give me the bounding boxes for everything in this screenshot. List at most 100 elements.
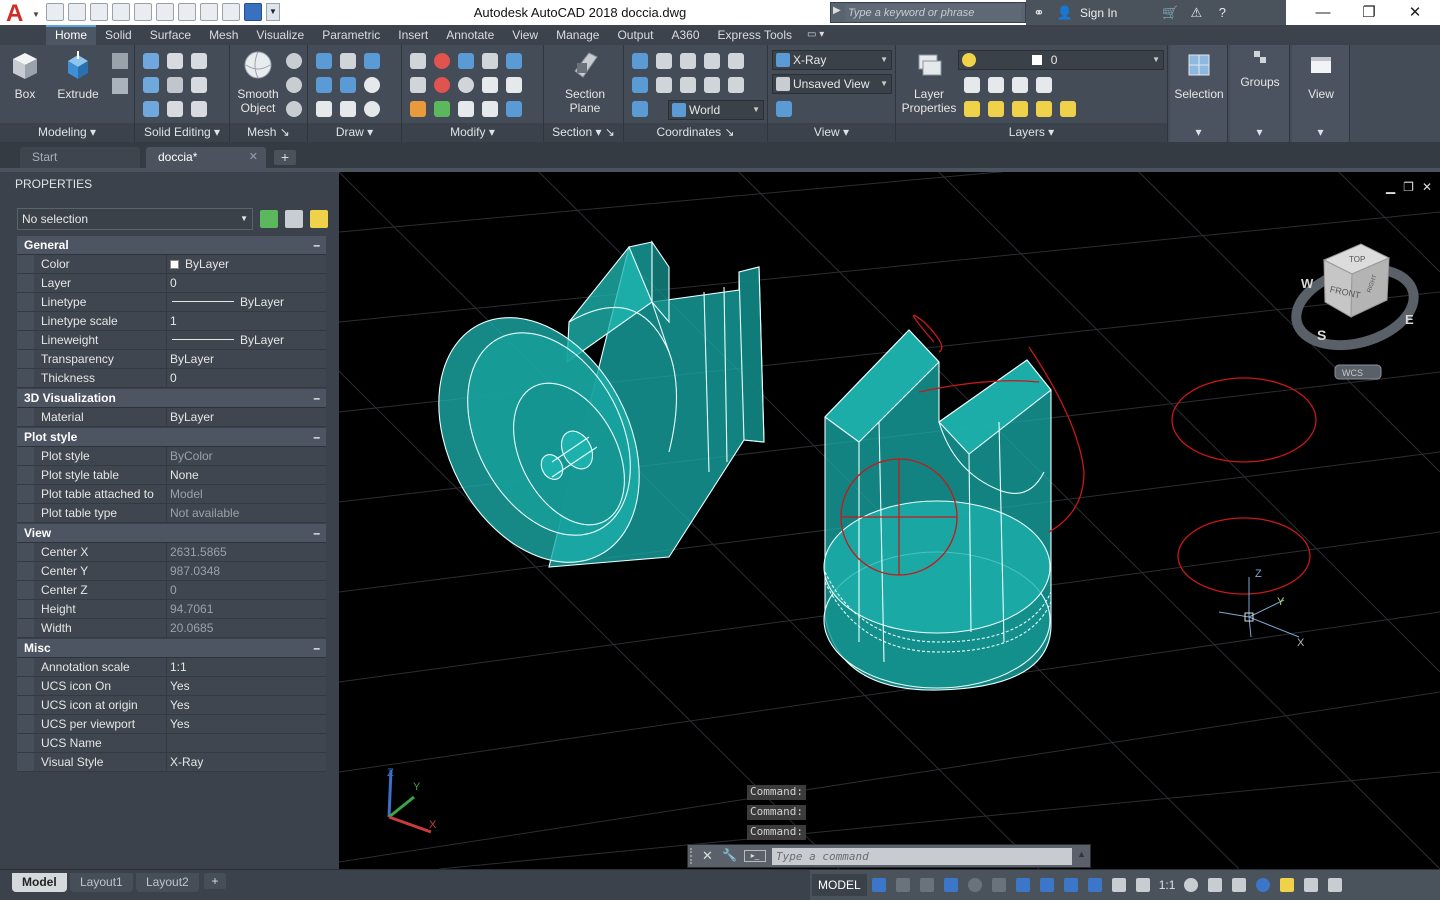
close-icon[interactable]: ✕	[1392, 0, 1438, 25]
ortho-icon[interactable]	[943, 878, 958, 892]
named-view-dropdown[interactable]: Unsaved View ▼	[772, 74, 892, 94]
section-misc[interactable]: Misc –	[17, 639, 326, 658]
annotation-visibility-icon[interactable]	[1111, 878, 1126, 892]
auto-scale-icon[interactable]	[1135, 878, 1150, 892]
property-row[interactable]: Layer 0	[17, 274, 326, 293]
select-objects-icon[interactable]	[285, 210, 303, 228]
ucs-object-icon[interactable]	[728, 77, 744, 93]
scale-icon[interactable]	[458, 101, 474, 117]
snap-icon[interactable]	[895, 878, 910, 892]
tab-doccia[interactable]: doccia* ✕	[146, 147, 266, 168]
panel-label-draw[interactable]: Draw ▾	[308, 123, 401, 142]
extrude-button[interactable]: Extrude	[52, 49, 104, 101]
ucs-origin-icon[interactable]	[632, 77, 648, 93]
property-row[interactable]: UCS per viewport Yes	[17, 715, 326, 734]
ucs-world-icon[interactable]	[656, 53, 672, 69]
layer-lock-icon[interactable]	[1012, 101, 1028, 117]
helix-icon[interactable]	[340, 53, 356, 69]
box-button[interactable]: Box	[6, 49, 44, 101]
arc-icon[interactable]	[364, 53, 380, 69]
layout-tab-model[interactable]: Model	[12, 873, 67, 892]
collapse-icon[interactable]: –	[313, 236, 320, 254]
layer-freeze-icon[interactable]	[964, 101, 980, 117]
groups-expand-icon[interactable]: ▾	[1230, 123, 1289, 142]
property-row[interactable]: Annotation scale 1:1	[17, 658, 326, 677]
annotation-scale[interactable]: 1:1	[1159, 878, 1176, 892]
fillet-icon[interactable]	[410, 77, 426, 93]
extrude-faces-icon[interactable]	[191, 77, 207, 93]
compass-e-label[interactable]: E	[1405, 312, 1414, 327]
3d-align-icon[interactable]	[434, 101, 450, 117]
undo-icon[interactable]	[156, 3, 174, 21]
compass-s-label[interactable]: S	[1317, 327, 1326, 343]
panel-label-view[interactable]: View ▾	[768, 123, 895, 142]
3d-array-icon[interactable]	[482, 53, 498, 69]
view-expand-icon[interactable]: ▾	[1292, 123, 1349, 142]
stretch-icon[interactable]	[482, 101, 498, 117]
chevron-down-icon[interactable]	[919, 878, 934, 892]
property-row[interactable]: Color ByLayer	[17, 255, 326, 274]
redo-icon[interactable]	[178, 3, 196, 21]
dynamic-ucs-icon[interactable]	[1087, 878, 1102, 892]
separate-icon[interactable]	[191, 101, 207, 117]
offset-icon[interactable]	[506, 77, 522, 93]
sign-in-button[interactable]: Sign In	[1080, 6, 1117, 20]
help-icon[interactable]: ?	[1213, 5, 1231, 21]
drawing-viewport[interactable]: Z Y X TOP FRONT RIGHT W S E WCS Z Y X ▁	[339, 172, 1440, 869]
tab-home[interactable]: Home	[46, 25, 97, 45]
panel-label-mesh[interactable]: Mesh ↘	[230, 123, 307, 142]
union-icon[interactable]	[143, 53, 159, 69]
a360-icon[interactable]: ⚠	[1187, 5, 1205, 21]
print-icon[interactable]	[134, 3, 152, 21]
tab-insert[interactable]: Insert	[389, 25, 437, 45]
selection-button[interactable]: Selection	[1172, 49, 1226, 101]
ucs-face-icon[interactable]	[728, 53, 744, 69]
open-icon[interactable]	[68, 3, 86, 21]
layer-properties-button[interactable]: Layer Properties	[898, 49, 960, 115]
property-row[interactable]: Width 20.0685	[17, 619, 326, 638]
application-menu-button[interactable]: A ▼	[0, 0, 42, 27]
collapse-icon[interactable]: –	[313, 639, 320, 657]
chevron-right-icon[interactable]: ▶	[833, 5, 841, 16]
recent-commands-icon[interactable]: ▸_	[744, 850, 766, 862]
share-icon[interactable]	[200, 3, 218, 21]
shower-part-left[interactable]	[399, 240, 765, 597]
search-input[interactable]	[845, 4, 1021, 21]
visual-style-dropdown[interactable]: X-Ray ▼	[772, 50, 892, 70]
shower-part-right[interactable]	[823, 329, 1052, 691]
tab-view[interactable]: View	[503, 25, 547, 45]
plus-icon[interactable]	[1208, 878, 1223, 892]
collapse-icon[interactable]: –	[313, 524, 320, 542]
wcs-label[interactable]: WCS	[1342, 368, 1363, 378]
panel-label-modify[interactable]: Modify ▾	[402, 123, 543, 142]
gear-icon[interactable]	[1184, 878, 1199, 892]
ucs-z-icon[interactable]	[680, 77, 696, 93]
save-as-icon[interactable]	[112, 3, 130, 21]
explode-icon[interactable]	[506, 101, 522, 117]
property-row[interactable]: Plot table type Not available	[17, 504, 326, 523]
layer-unlock-icon[interactable]	[1036, 101, 1052, 117]
restore-icon[interactable]: ❐	[1346, 0, 1392, 25]
ucs-dropdown[interactable]: World ▼	[668, 100, 764, 120]
property-row[interactable]: UCS Name	[17, 734, 326, 753]
property-row[interactable]: Transparency ByLayer	[17, 350, 326, 369]
shell-icon[interactable]	[167, 101, 183, 117]
tab-output[interactable]: Output	[608, 25, 662, 45]
mesh-smooth-more-icon[interactable]	[286, 53, 302, 69]
chevron-up-icon[interactable]: ▲	[1077, 849, 1086, 859]
layer-unisolate-icon[interactable]	[1036, 77, 1052, 93]
panel-label-modeling[interactable]: Modeling ▾	[0, 123, 134, 142]
3d-object-snap-icon[interactable]	[1063, 878, 1078, 892]
panel-label-solid-editing[interactable]: Solid Editing ▾	[135, 123, 229, 142]
interfere-icon[interactable]	[167, 77, 183, 93]
model-space-button[interactable]: MODEL	[812, 874, 867, 896]
close-icon[interactable]: ✕	[702, 848, 713, 864]
copy-icon[interactable]	[482, 77, 498, 93]
add-layout-button[interactable]: +	[204, 873, 226, 889]
presspull-icon[interactable]	[112, 78, 128, 94]
section-view[interactable]: View –	[17, 524, 326, 543]
trim-icon[interactable]	[410, 53, 426, 69]
collapse-icon[interactable]: –	[313, 428, 320, 446]
layer-match-icon[interactable]	[964, 77, 980, 93]
property-row[interactable]: Center Y 987.0348	[17, 562, 326, 581]
